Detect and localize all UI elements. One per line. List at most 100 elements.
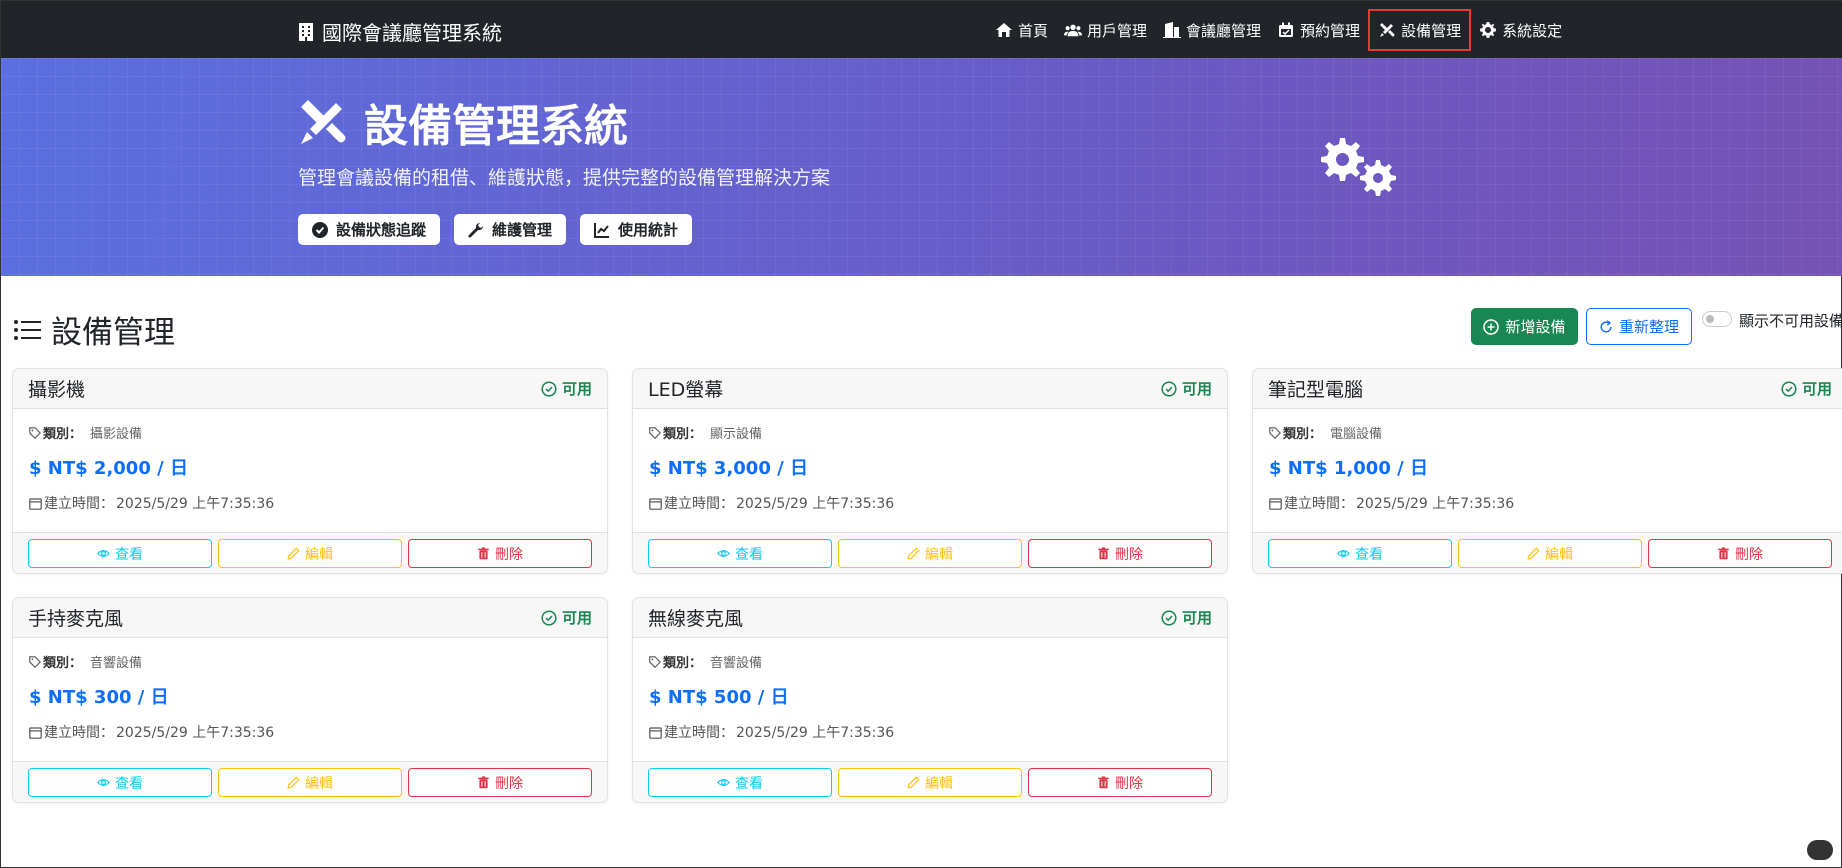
status-text: 可用 [1801, 380, 1832, 398]
check-circle-icon [1781, 380, 1797, 397]
building-icon [299, 22, 313, 41]
gear-icon [1480, 22, 1497, 38]
status-badge: 可用 [541, 607, 592, 628]
equipment-card: LED螢幕 可用 類別： 顯示設備 $ NT$ 3,000 / 日 建立時間： 2… [632, 368, 1228, 574]
pencil-icon [287, 547, 300, 560]
category-value: 電腦設備 [1330, 427, 1383, 442]
status-badge: 可用 [1161, 607, 1212, 628]
view-button[interactable]: 查看 [28, 539, 212, 568]
tag-icon [29, 426, 41, 439]
delete-label: 刪除 [495, 546, 523, 563]
corner-action-button[interactable] [1807, 840, 1833, 860]
trash-icon [478, 547, 489, 560]
created-row: 建立時間： 2025/5/29 上午7:35:36 [649, 493, 1211, 513]
edit-button[interactable]: 編輯 [1458, 539, 1642, 568]
delete-button[interactable]: 刪除 [408, 768, 592, 797]
check-circle-icon [312, 221, 328, 238]
status-text: 可用 [1181, 380, 1212, 398]
price: $ NT$ 1,000 / 日 [1269, 458, 1428, 479]
category-row: 類別： 音響設備 [649, 652, 1211, 671]
usage-stats-button[interactable]: 使用統計 [580, 214, 693, 245]
delete-label: 刪除 [1115, 775, 1143, 792]
category-label: 類別： [663, 427, 703, 442]
refresh-button[interactable]: 重新整理 [1586, 308, 1692, 345]
card-body: 類別： 電腦設備 $ NT$ 1,000 / 日 建立時間： 2025/5/29 … [1253, 409, 1842, 532]
view-button[interactable]: 查看 [28, 768, 212, 797]
equipment-name: LED螢幕 [648, 379, 724, 401]
category-row: 類別： 電腦設備 [1269, 423, 1831, 442]
nav-halls[interactable]: 會議廳管理 [1155, 9, 1269, 51]
calendar-icon [29, 497, 42, 510]
nav-settings[interactable]: 系統設定 [1471, 9, 1570, 51]
status-tracking-label: 設備狀態追蹤 [336, 221, 427, 239]
nav-equipment[interactable]: 設備管理 [1368, 9, 1472, 51]
category-value: 攝影設備 [90, 427, 143, 442]
plus-circle-icon [1483, 318, 1500, 335]
hero-banner: 設備管理系統 管理會議設備的租借、維護狀態，提供完整的設備管理解決方案 設備狀態… [1, 58, 1842, 276]
edit-button[interactable]: 編輯 [218, 539, 402, 568]
calendar-icon [1279, 22, 1294, 37]
delete-button[interactable]: 刪除 [1648, 539, 1832, 568]
check-circle-icon [541, 380, 557, 397]
equipment-card: 手持麥克風 可用 類別： 音響設備 $ NT$ 300 / 日 建立時間： 202… [12, 597, 608, 803]
created-row: 建立時間： 2025/5/29 上午7:35:36 [29, 722, 591, 742]
tag-icon [649, 426, 661, 439]
show-unavailable-toggle[interactable] [1702, 311, 1732, 327]
eye-icon [97, 550, 110, 557]
category-row: 類別： 顯示設備 [649, 423, 1211, 442]
created-value: 2025/5/29 上午7:35:36 [116, 725, 275, 741]
nav-home[interactable]: 首頁 [987, 9, 1056, 51]
tag-icon [649, 655, 661, 668]
edit-label: 編輯 [925, 775, 953, 792]
card-actions: 查看 編輯 刪除 [13, 532, 607, 573]
view-button[interactable]: 查看 [1268, 539, 1452, 568]
created-value: 2025/5/29 上午7:35:36 [736, 725, 895, 741]
add-equipment-button[interactable]: 新增設備 [1471, 308, 1578, 345]
price: $ NT$ 2,000 / 日 [29, 458, 188, 479]
card-body: 類別： 音響設備 $ NT$ 500 / 日 建立時間： 2025/5/29 上午… [633, 638, 1227, 761]
usage-stats-label: 使用統計 [618, 221, 679, 239]
edit-button[interactable]: 編輯 [218, 768, 402, 797]
hero-subtitle: 管理會議設備的租借、維護狀態，提供完整的設備管理解決方案 [298, 167, 831, 189]
brand[interactable]: 國際會議廳管理系統 [298, 17, 502, 46]
hero-buttons: 設備狀態追蹤 維護管理 使用統計 [298, 214, 693, 245]
card-header: 筆記型電腦 可用 [1253, 369, 1842, 409]
maintenance-button[interactable]: 維護管理 [454, 214, 567, 245]
check-circle-icon [1161, 609, 1177, 626]
view-label: 查看 [735, 775, 763, 792]
view-button[interactable]: 查看 [648, 768, 832, 797]
top-navbar: 國際會議廳管理系統 首頁 用戶管理 會議廳管理 預約管理 設備管理 系統設定 [1, 1, 1842, 58]
pencil-icon [287, 776, 300, 789]
nav-users[interactable]: 用戶管理 [1056, 9, 1155, 51]
delete-button[interactable]: 刪除 [1028, 539, 1212, 568]
card-body: 類別： 音響設備 $ NT$ 300 / 日 建立時間： 2025/5/29 上午… [13, 638, 607, 761]
section-title-text: 設備管理 [51, 315, 175, 351]
nav-home-label: 首頁 [1018, 21, 1049, 40]
nav-equipment-label: 設備管理 [1401, 21, 1462, 40]
category-label: 類別： [663, 656, 703, 671]
tools-icon [301, 100, 346, 144]
price: $ NT$ 3,000 / 日 [649, 458, 808, 479]
trash-icon [1098, 776, 1109, 789]
created-label: 建立時間： [664, 496, 734, 512]
card-header: 手持麥克風 可用 [13, 598, 607, 638]
eye-icon [717, 779, 730, 786]
view-button[interactable]: 查看 [648, 539, 832, 568]
nav-booking[interactable]: 預約管理 [1269, 9, 1368, 51]
delete-button[interactable]: 刪除 [1028, 768, 1212, 797]
add-equipment-label: 新增設備 [1505, 318, 1566, 336]
chart-line-icon [594, 222, 610, 238]
edit-button[interactable]: 編輯 [838, 539, 1022, 568]
created-label: 建立時間： [1284, 496, 1354, 512]
pencil-icon [1527, 547, 1540, 560]
edit-button[interactable]: 編輯 [838, 768, 1022, 797]
delete-button[interactable]: 刪除 [408, 539, 592, 568]
equipment-name: 筆記型電腦 [1268, 379, 1364, 401]
card-header: 攝影機 可用 [13, 369, 607, 409]
hero-title-text: 設備管理系統 [364, 101, 628, 152]
status-tracking-button[interactable]: 設備狀態追蹤 [298, 214, 441, 245]
created-row: 建立時間： 2025/5/29 上午7:35:36 [649, 722, 1211, 742]
created-row: 建立時間： 2025/5/29 上午7:35:36 [29, 493, 591, 513]
home-icon [996, 23, 1012, 37]
card-actions: 查看 編輯 刪除 [633, 532, 1227, 573]
